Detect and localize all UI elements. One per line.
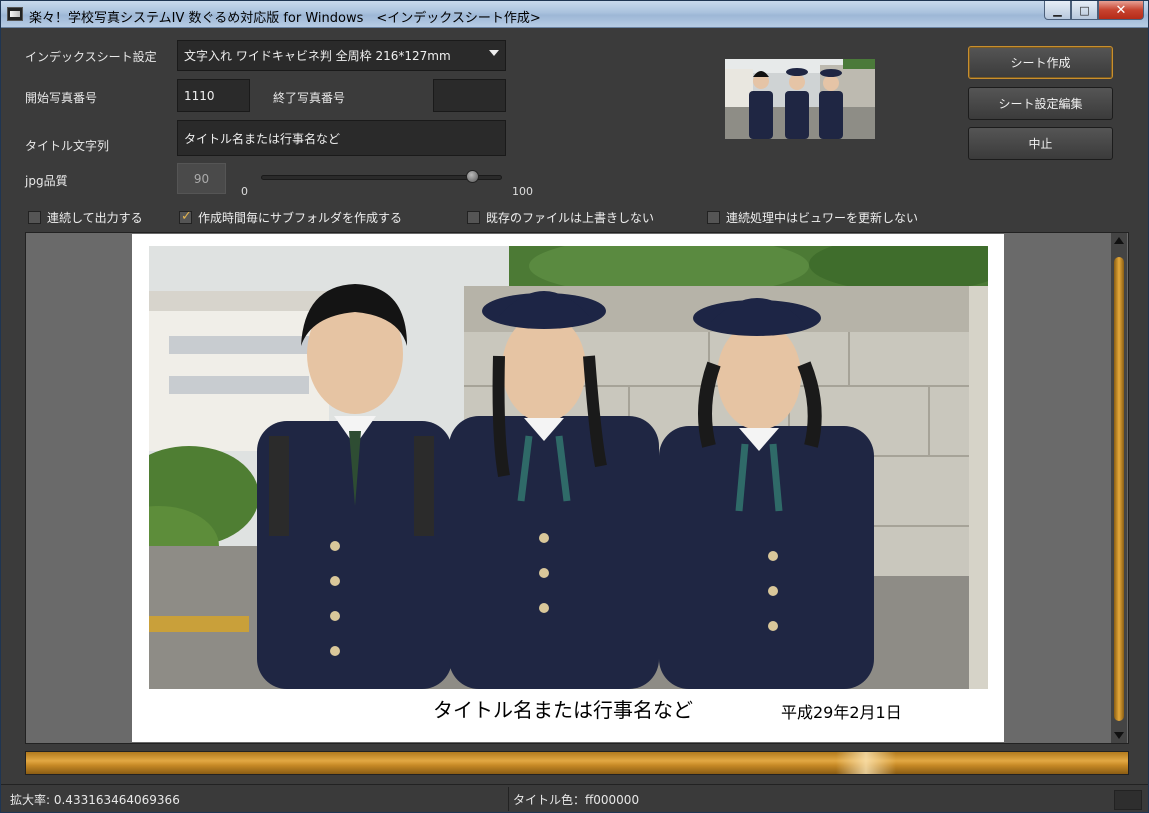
cancel-button[interactable]: 中止 <box>968 127 1113 160</box>
create-sheet-button[interactable]: シート作成 <box>968 46 1113 79</box>
index-setting-select[interactable]: 文字入れ ワイドキャビネ判 全周枠 216*127mm <box>177 40 506 71</box>
end-photo-number-input[interactable] <box>433 79 506 112</box>
continuous-output-checkbox[interactable]: 連続して出力する <box>28 209 143 226</box>
close-button[interactable]: ✕ <box>1098 1 1144 20</box>
title-bar[interactable]: 楽々！学校写真システムIV 数ぐるめ対応版 for Windows <インデック… <box>1 1 1148 28</box>
slider-max-label: 100 <box>512 185 533 198</box>
checkbox-box <box>467 211 480 224</box>
window-controls: ▁ □ ✕ <box>1044 1 1144 20</box>
checkbox-box-checked <box>179 209 192 224</box>
minimize-button[interactable]: ▁ <box>1044 1 1071 20</box>
zoom-status: 拡大率: 0.433163464069366 <box>10 793 180 807</box>
progress-bar <box>25 751 1129 775</box>
end-photo-number-label: 終了写真番号 <box>273 91 346 105</box>
app-window: 楽々！学校写真システムIV 数ぐるめ対応版 for Windows <インデック… <box>0 0 1149 813</box>
no-viewer-update-checkbox[interactable]: 連続処理中はビュワーを更新しない <box>707 209 918 226</box>
jpg-quality-label: jpg品質 <box>25 174 68 188</box>
progress-shine <box>836 752 896 774</box>
maximize-button[interactable]: □ <box>1071 1 1098 20</box>
status-divider <box>508 787 509 811</box>
no-viewer-update-label: 連続処理中はビュワーを更新しない <box>726 211 919 225</box>
vertical-scrollbar[interactable] <box>1111 233 1127 743</box>
thumbnail-image <box>725 59 875 139</box>
sheet-title-text: タイトル名または行事名など <box>433 698 693 722</box>
subfolder-checkbox[interactable]: 作成時間毎にサブフォルダを作成する <box>179 209 402 226</box>
title-string-input[interactable]: タイトル名または行事名など <box>177 120 506 156</box>
window-title: 楽々！学校写真システムIV 数ぐるめ対応版 for Windows <インデック… <box>29 11 541 26</box>
chevron-down-icon <box>489 50 499 56</box>
index-setting-value: 文字入れ ワイドキャビネ判 全周枠 216*127mm <box>184 49 451 63</box>
scroll-up-icon[interactable] <box>1114 237 1124 244</box>
checkbox-box <box>28 211 41 224</box>
title-color-status: タイトル色：ff000000 <box>513 793 640 807</box>
sheet-date-text: 平成29年2月1日 <box>781 703 902 722</box>
slider-min-label: 0 <box>241 185 248 198</box>
scrollbar-thumb[interactable] <box>1114 257 1124 721</box>
scroll-down-icon[interactable] <box>1114 732 1124 739</box>
edit-sheet-settings-button[interactable]: シート設定編集 <box>968 87 1113 120</box>
no-overwrite-label: 既存のファイルは上書きしない <box>486 211 655 225</box>
title-string-label: タイトル文字列 <box>25 139 110 153</box>
checkbox-box <box>707 211 720 224</box>
status-bar: 拡大率: 0.433163464069366 タイトル色：ff000000 <box>1 784 1148 812</box>
continuous-output-label: 連続して出力する <box>47 211 143 225</box>
start-photo-number-label: 開始写真番号 <box>25 91 98 105</box>
jpg-quality-input[interactable]: 90 <box>177 163 226 194</box>
jpg-quality-slider-thumb[interactable] <box>466 170 479 183</box>
preview-photo <box>149 246 988 689</box>
resize-grip-icon[interactable] <box>1114 790 1142 810</box>
no-overwrite-checkbox[interactable]: 既存のファイルは上書きしない <box>467 209 654 226</box>
start-photo-number-input[interactable]: 1110 <box>177 79 250 112</box>
index-setting-label: インデックスシート設定 <box>25 50 157 64</box>
app-icon <box>7 7 23 21</box>
subfolder-label: 作成時間毎にサブフォルダを作成する <box>198 211 403 225</box>
